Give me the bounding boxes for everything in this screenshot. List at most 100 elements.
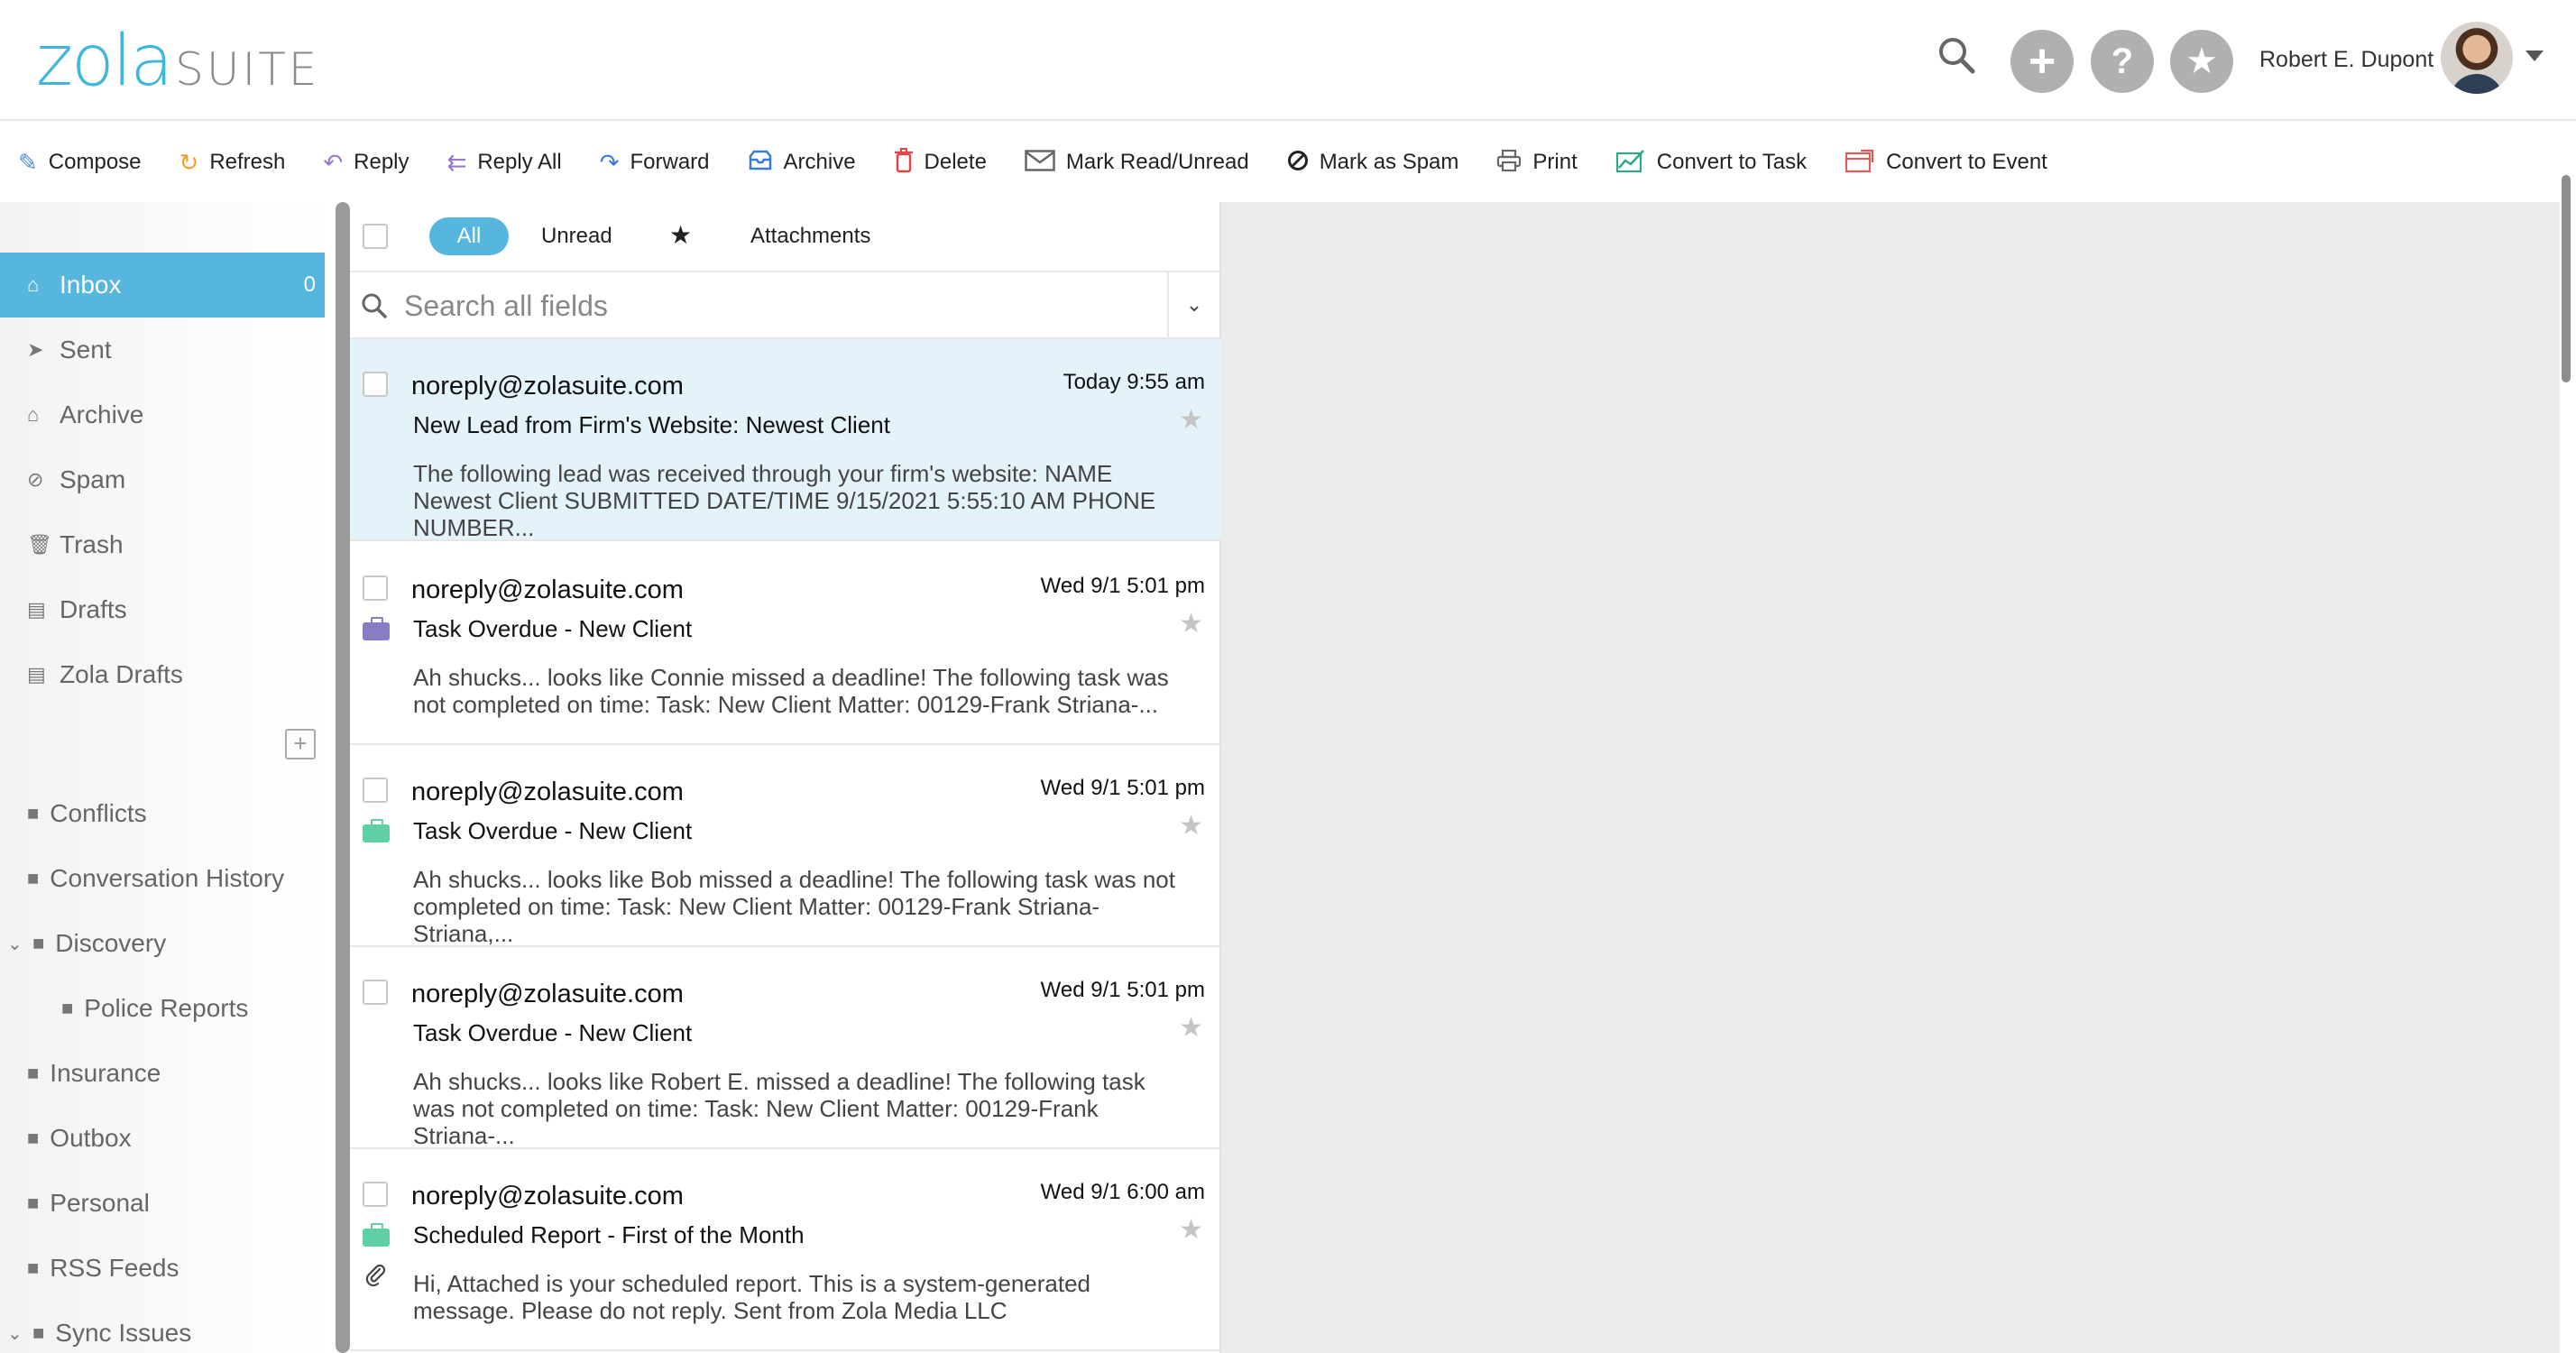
trash-icon: [894, 148, 914, 177]
sidebar-item-sent[interactable]: ➤ Sent: [0, 318, 325, 382]
folder-outbox[interactable]: ■ Outbox: [27, 1111, 334, 1165]
user-name[interactable]: Robert E. Dupont: [2259, 47, 2433, 73]
ban-icon: ⊘: [27, 468, 44, 491]
filter-starred-icon[interactable]: ★: [669, 220, 692, 250]
message-checkbox[interactable]: [363, 372, 388, 397]
folder-personal[interactable]: ■ Personal: [27, 1176, 334, 1230]
folder-icon: ■: [27, 867, 40, 889]
search-input[interactable]: [404, 283, 963, 328]
zolasuite-logo[interactable]: zola SUITE: [36, 26, 319, 97]
convert-to-event-button[interactable]: Convert to Event: [1845, 148, 2047, 177]
message-date: Wed 9/1 5:01 pm: [1040, 776, 1205, 800]
page-scrollbar[interactable]: [2562, 175, 2571, 382]
forward-button[interactable]: ↷ Forward: [600, 150, 710, 175]
chevron-down-icon[interactable]: [2525, 51, 2544, 61]
message-checkbox[interactable]: [363, 980, 388, 1005]
sidebar-item-drafts[interactable]: ▤ Drafts: [0, 577, 325, 642]
folder-icon: ■: [27, 1127, 40, 1149]
message-row[interactable]: noreply@zolasuite.com Wed 9/1 5:01 pm Ta…: [350, 543, 1221, 745]
filter-attachments-tab[interactable]: Attachments: [750, 224, 870, 249]
message-preview: Ah shucks... looks like Bob missed a dea…: [413, 866, 1175, 947]
message-sender: noreply@zolasuite.com: [411, 575, 684, 604]
message-sender: noreply@zolasuite.com: [411, 778, 684, 806]
message-checkbox[interactable]: [363, 575, 388, 601]
ban-icon: [1287, 150, 1309, 175]
message-subject: Task Overdue - New Client: [413, 1019, 693, 1046]
paper-plane-icon: ➤: [27, 338, 44, 361]
sidebar-item-inbox[interactable]: ⌂ Inbox 0: [0, 253, 325, 318]
archive-button[interactable]: Archive: [748, 149, 856, 176]
help-icon[interactable]: ?: [2091, 30, 2154, 93]
message-row[interactable]: noreply@zolasuite.com Today 9:55 am New …: [350, 339, 1221, 541]
star-icon[interactable]: ★: [1179, 608, 1203, 640]
search-icon: [359, 290, 390, 321]
print-button[interactable]: Print: [1496, 149, 1578, 176]
add-folder-icon[interactable]: +: [285, 729, 316, 759]
message-date: Wed 9/1 5:01 pm: [1040, 574, 1205, 598]
message-preview: Ah shucks... looks like Robert E. missed…: [413, 1068, 1145, 1149]
archive-icon: [748, 149, 773, 176]
filter-all-tab[interactable]: All: [429, 217, 509, 255]
chevron-down-icon[interactable]: ⌄: [7, 1322, 27, 1345]
reply-all-icon: ⇇: [446, 149, 467, 176]
trash-icon: 🗑: [27, 533, 52, 556]
avatar[interactable]: [2441, 22, 2513, 94]
message-subject: New Lead from Firm's Website: Newest Cli…: [413, 411, 890, 438]
mark-as-spam-button[interactable]: Mark as Spam: [1287, 150, 1458, 175]
select-all-checkbox[interactable]: [363, 224, 388, 249]
document-icon: ▤: [27, 663, 46, 686]
sidebar-item-trash[interactable]: 🗑 Trash: [0, 512, 325, 577]
document-icon: ▤: [27, 598, 46, 621]
delete-button[interactable]: Delete: [894, 148, 987, 177]
printer-icon: [1496, 149, 1522, 176]
folder-police-reports[interactable]: ■ Police Reports: [61, 981, 368, 1035]
briefcase-icon: [363, 1223, 390, 1247]
reply-button[interactable]: ↶ Reply: [323, 150, 409, 175]
mark-read-unread-button[interactable]: Mark Read/Unread: [1025, 150, 1249, 175]
star-icon[interactable]: ★: [1179, 1012, 1203, 1044]
folder-insurance[interactable]: ■ Insurance: [27, 1046, 334, 1100]
folder-conversation-history[interactable]: ■ Conversation History: [27, 851, 334, 906]
message-sender: noreply@zolasuite.com: [411, 372, 684, 400]
message-row[interactable]: noreply@zolasuite.com Wed 9/1 5:01 pm Ta…: [350, 947, 1221, 1149]
forward-icon: ↷: [599, 149, 620, 176]
sidebar-item-archive[interactable]: ⌂ Archive: [0, 382, 325, 447]
sidebar-item-zola-drafts[interactable]: ▤ Zola Drafts: [0, 642, 325, 707]
star-icon[interactable]: ★: [1179, 404, 1203, 436]
reading-pane: [1221, 202, 2560, 1353]
filter-unread-tab[interactable]: Unread: [541, 224, 612, 249]
message-checkbox[interactable]: [363, 778, 388, 803]
message-date: Wed 9/1 6:00 am: [1040, 1180, 1205, 1204]
paperclip-icon: [364, 1261, 386, 1293]
folder-discovery[interactable]: ⌄ ■ Discovery: [7, 916, 314, 971]
sidebar-item-spam[interactable]: ⊘ Spam: [0, 447, 325, 512]
search-icon[interactable]: [1936, 34, 1977, 76]
message-preview: Hi, Attached is your scheduled report. T…: [413, 1270, 1091, 1324]
star-icon[interactable]: ★: [1179, 1214, 1203, 1246]
search-row: ⌄: [350, 271, 1221, 339]
star-icon[interactable]: ★: [1179, 810, 1203, 842]
message-date: Today 9:55 am: [1063, 370, 1205, 394]
message-sender: noreply@zolasuite.com: [411, 980, 684, 1008]
search-options-dropdown[interactable]: ⌄: [1167, 272, 1219, 337]
message-row[interactable]: noreply@zolasuite.com Wed 9/1 6:00 am Sc…: [350, 1149, 1221, 1351]
plus-icon[interactable]: +: [2010, 30, 2074, 93]
folder-icon: ■: [27, 1062, 40, 1084]
message-row[interactable]: noreply@zolasuite.com Wed 9/1 5:01 pm Ta…: [350, 745, 1221, 947]
convert-to-task-button[interactable]: Convert to Task: [1615, 148, 1807, 177]
reply-all-button[interactable]: ⇇ Reply All: [447, 150, 562, 175]
reply-icon: ↶: [323, 149, 344, 176]
filter-bar: All Unread ★ Attachments: [350, 202, 1221, 271]
sidebar-scrollbar[interactable]: [336, 202, 350, 1353]
folder-rss-feeds[interactable]: ■ RSS Feeds: [27, 1241, 334, 1295]
message-sender: noreply@zolasuite.com: [411, 1182, 684, 1210]
message-checkbox[interactable]: [363, 1182, 388, 1207]
folder-sync-issues[interactable]: ⌄ ■ Sync Issues: [7, 1306, 314, 1353]
refresh-button[interactable]: ↻ Refresh: [179, 150, 286, 175]
star-icon[interactable]: ★: [2170, 30, 2233, 93]
chevron-down-icon[interactable]: ⌄: [7, 933, 27, 955]
refresh-icon: ↻: [179, 149, 199, 176]
compose-button[interactable]: ✎ Compose: [18, 150, 142, 175]
briefcase-icon: [363, 819, 390, 842]
folder-conflicts[interactable]: ■ Conflicts: [27, 787, 334, 841]
